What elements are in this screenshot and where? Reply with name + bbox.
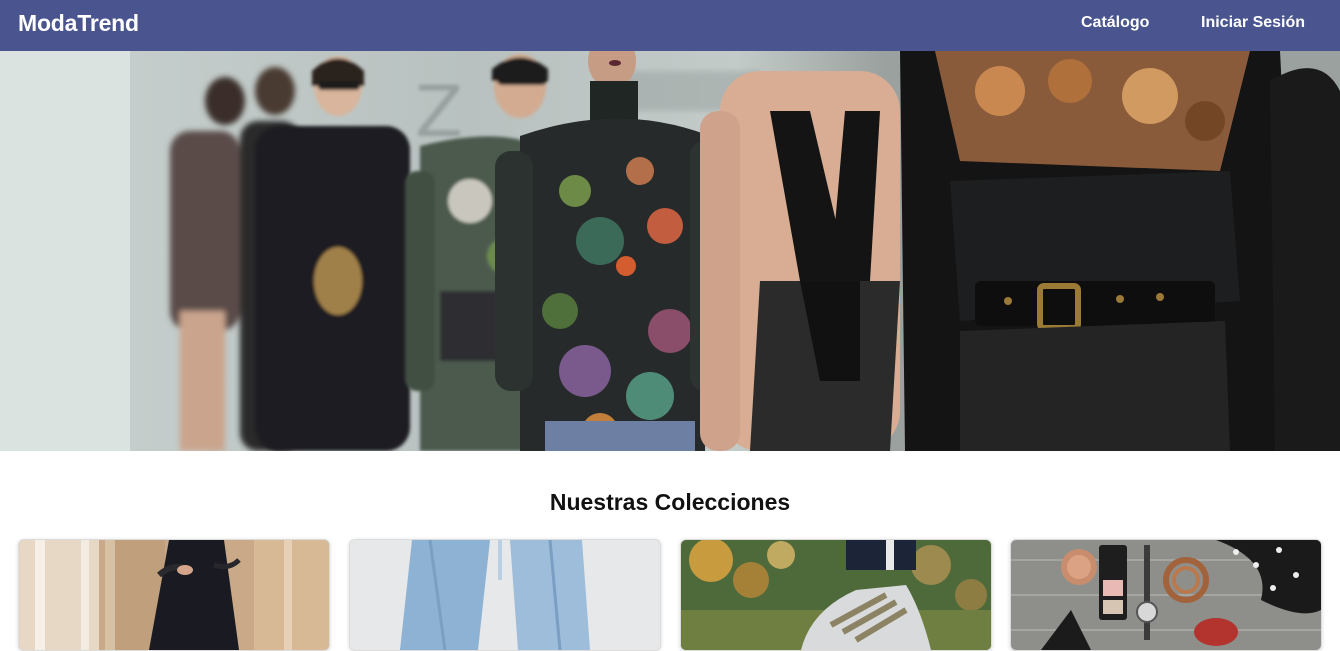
hero-banner-image: Z	[0, 51, 1340, 451]
collection-card-jeans[interactable]	[349, 539, 661, 651]
collection-card-dresses[interactable]	[18, 539, 330, 651]
collections-title: Nuestras Colecciones	[549, 489, 791, 516]
collection-card-sneakers[interactable]	[680, 539, 992, 651]
runway-photo: Z	[0, 51, 1340, 451]
collection-card-accessories[interactable]	[1010, 539, 1322, 651]
navbar: ModaTrend Catálogo Iniciar Sesión	[0, 0, 1340, 51]
nav-link-catalog[interactable]: Catálogo	[1081, 14, 1149, 32]
nav-link-login[interactable]: Iniciar Sesión	[1201, 14, 1305, 32]
brand-logo[interactable]: ModaTrend	[18, 10, 139, 37]
